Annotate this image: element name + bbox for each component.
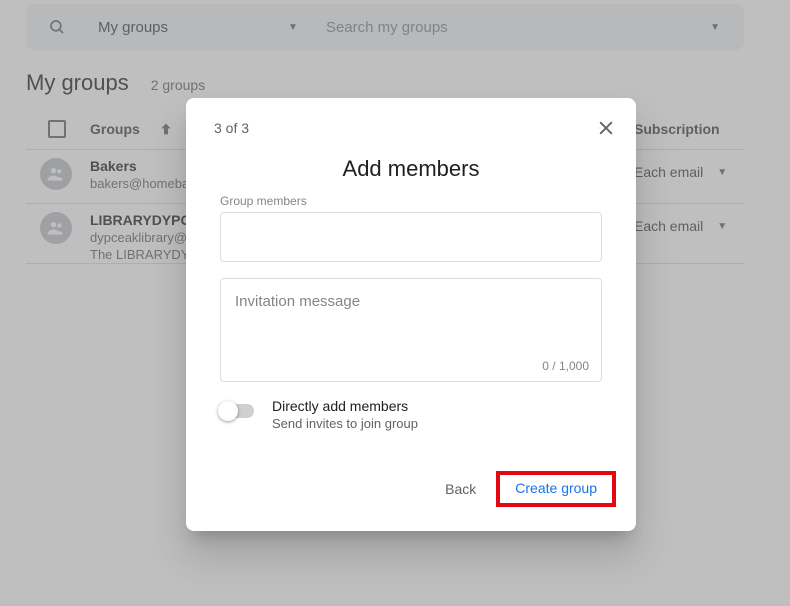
create-group-button[interactable]: Create group [503, 474, 609, 502]
invitation-placeholder: Invitation message [235, 293, 360, 310]
back-button[interactable]: Back [435, 473, 486, 505]
toggle-knob [218, 401, 238, 421]
invitation-message-input[interactable]: Invitation message 0 / 1,000 [220, 278, 602, 382]
char-counter: 0 / 1,000 [542, 359, 589, 373]
toggle-subtitle: Send invites to join group [272, 416, 418, 431]
dialog-title: Add members [186, 156, 636, 182]
members-field-label: Group members [220, 194, 307, 208]
step-indicator: 3 of 3 [214, 120, 249, 136]
toggle-title: Directly add members [272, 398, 418, 414]
dialog-footer: Back Create group [435, 471, 616, 507]
direct-add-row: Directly add members Send invites to joi… [220, 398, 418, 431]
directly-add-toggle[interactable] [220, 404, 254, 418]
add-members-dialog: 3 of 3 Add members Group members Invitat… [186, 98, 636, 531]
group-members-input[interactable] [220, 212, 602, 262]
highlight-box: Create group [496, 471, 616, 507]
close-button[interactable] [594, 116, 618, 140]
